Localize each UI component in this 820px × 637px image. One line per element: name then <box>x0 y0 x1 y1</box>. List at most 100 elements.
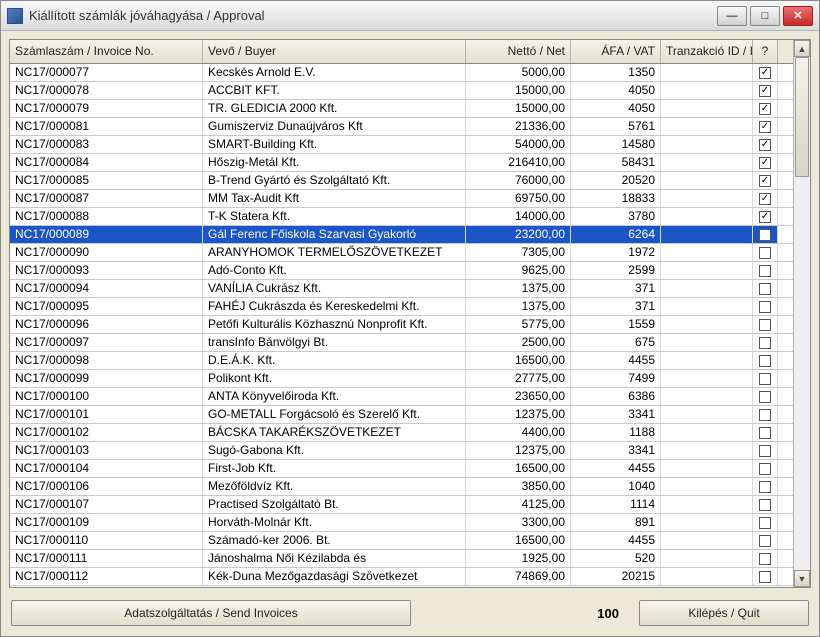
cell-buyer: transInfo Bánvölgyi Bt. <box>203 334 466 351</box>
approve-checkbox[interactable]: ✓ <box>759 157 771 169</box>
cell-net: 21336,00 <box>466 118 571 135</box>
table-row[interactable]: NC17/000087MM Tax-Audit Kft69750,0018833… <box>10 190 793 208</box>
table-row[interactable]: NC17/000102BÁCSKA TAKARÉKSZÖVETKEZET4400… <box>10 424 793 442</box>
approve-checkbox[interactable] <box>759 427 771 439</box>
approve-checkbox[interactable] <box>759 229 771 241</box>
minimize-button[interactable]: — <box>717 6 747 26</box>
approve-checkbox[interactable]: ✓ <box>759 85 771 97</box>
cell-invoice: NC17/000087 <box>10 190 203 207</box>
cell-vat: 4455 <box>571 352 661 369</box>
approve-checkbox[interactable] <box>759 409 771 421</box>
cell-check: ✓ <box>753 100 778 117</box>
approve-checkbox[interactable] <box>759 355 771 367</box>
table-row[interactable]: NC17/000101GO-METALL Forgácsoló és Szere… <box>10 406 793 424</box>
table-row[interactable]: NC17/000097transInfo Bánvölgyi Bt.2500,0… <box>10 334 793 352</box>
approve-checkbox[interactable] <box>759 265 771 277</box>
scroll-track[interactable] <box>794 57 810 570</box>
approve-checkbox[interactable] <box>759 319 771 331</box>
approve-checkbox[interactable] <box>759 373 771 385</box>
col-invoice[interactable]: Számlaszám / Invoice No. <box>10 40 203 63</box>
table-row[interactable]: NC17/000081Gumiszerviz Dunaújváros Kft21… <box>10 118 793 136</box>
cell-vat: 3341 <box>571 406 661 423</box>
approve-checkbox[interactable] <box>759 283 771 295</box>
cell-buyer: D.E.Á.K. Kft. <box>203 352 466 369</box>
approve-checkbox[interactable]: ✓ <box>759 139 771 151</box>
cell-tid <box>661 388 753 405</box>
cell-buyer: Polikont Kft. <box>203 370 466 387</box>
table-row[interactable]: NC17/000098D.E.Á.K. Kft.16500,004455 <box>10 352 793 370</box>
cell-vat: 18833 <box>571 190 661 207</box>
table-row[interactable]: NC17/000090ARANYHOMOK TERMELŐSZÖVETKEZET… <box>10 244 793 262</box>
table-row[interactable]: NC17/000095FAHÉJ Cukrászda és Kereskedel… <box>10 298 793 316</box>
approve-checkbox[interactable] <box>759 535 771 547</box>
chevron-down-icon: ▼ <box>798 574 807 584</box>
table-row[interactable]: NC17/000089Gál Ferenc Főiskola Szarvasi … <box>10 226 793 244</box>
cell-net: 1375,00 <box>466 298 571 315</box>
approve-checkbox[interactable] <box>759 445 771 457</box>
cell-check: ✓ <box>753 64 778 81</box>
cell-invoice: NC17/000078 <box>10 82 203 99</box>
table-row[interactable]: NC17/000078ACCBIT KFT.15000,004050✓ <box>10 82 793 100</box>
cell-buyer: Gumiszerviz Dunaújváros Kft <box>203 118 466 135</box>
table-row[interactable]: NC17/000083SMART-Building Kft.54000,0014… <box>10 136 793 154</box>
table-row[interactable]: NC17/000084Hőszig-Metál Kft.216410,00584… <box>10 154 793 172</box>
table-row[interactable]: NC17/000079TR. GLEDICIA 2000 Kft.15000,0… <box>10 100 793 118</box>
scroll-thumb[interactable] <box>795 57 809 177</box>
approve-checkbox[interactable]: ✓ <box>759 193 771 205</box>
table-row[interactable]: NC17/000107Practised Szolgáltató Bt.4125… <box>10 496 793 514</box>
table-row[interactable]: NC17/000094VANÍLIA Cukrász Kft.1375,0037… <box>10 280 793 298</box>
approve-checkbox[interactable] <box>759 391 771 403</box>
invoice-grid[interactable]: Számlaszám / Invoice No. Vevő / Buyer Ne… <box>10 40 793 587</box>
table-row[interactable]: NC17/000110Számadó-ker 2006. Bt.16500,00… <box>10 532 793 550</box>
approve-checkbox[interactable]: ✓ <box>759 211 771 223</box>
scroll-down-button[interactable]: ▼ <box>794 570 810 587</box>
table-row[interactable]: NC17/000109Horváth-Molnár Kft.3300,00891 <box>10 514 793 532</box>
maximize-button[interactable]: □ <box>750 6 780 26</box>
col-vat[interactable]: ÁFA / VAT <box>571 40 661 63</box>
approve-checkbox[interactable]: ✓ <box>759 175 771 187</box>
col-tid[interactable]: Tranzakció ID / ID <box>661 40 753 63</box>
col-check[interactable]: ? <box>753 40 778 63</box>
table-row[interactable]: NC17/000099Polikont Kft.27775,007499 <box>10 370 793 388</box>
table-row[interactable]: NC17/000088T-K Statera Kft.14000,003780✓ <box>10 208 793 226</box>
cell-buyer: SMART-Building Kft. <box>203 136 466 153</box>
approve-checkbox[interactable] <box>759 337 771 349</box>
cell-invoice: NC17/000101 <box>10 406 203 423</box>
send-invoices-button[interactable]: Adatszolgáltatás / Send Invoices <box>11 600 411 626</box>
cell-net: 27775,00 <box>466 370 571 387</box>
table-row[interactable]: NC17/000111Jánoshalma Női Kézilabda és19… <box>10 550 793 568</box>
approve-checkbox[interactable] <box>759 517 771 529</box>
cell-net: 3300,00 <box>466 514 571 531</box>
table-row[interactable]: NC17/000077Kecskés Arnold E.V.5000,00135… <box>10 64 793 82</box>
col-net[interactable]: Nettó / Net <box>466 40 571 63</box>
approve-checkbox[interactable] <box>759 247 771 259</box>
approve-checkbox[interactable] <box>759 481 771 493</box>
table-row[interactable]: NC17/000112Kék-Duna Mezőgazdasági Szövet… <box>10 568 793 586</box>
cell-vat: 520 <box>571 550 661 567</box>
table-row[interactable]: NC17/000104First-Job Kft.16500,004455 <box>10 460 793 478</box>
approve-checkbox[interactable]: ✓ <box>759 67 771 79</box>
scroll-up-button[interactable]: ▲ <box>794 40 810 57</box>
approve-checkbox[interactable] <box>759 553 771 565</box>
approve-checkbox[interactable]: ✓ <box>759 121 771 133</box>
col-buyer[interactable]: Vevő / Buyer <box>203 40 466 63</box>
table-row[interactable]: NC17/000106Mezőföldvíz Kft.3850,001040 <box>10 478 793 496</box>
cell-buyer: MM Tax-Audit Kft <box>203 190 466 207</box>
cell-tid <box>661 478 753 495</box>
approve-checkbox[interactable] <box>759 301 771 313</box>
table-row[interactable]: NC17/000103Sugó-Gabona Kft.12375,003341 <box>10 442 793 460</box>
approve-checkbox[interactable]: ✓ <box>759 103 771 115</box>
cell-tid <box>661 460 753 477</box>
table-row[interactable]: NC17/000100ANTA Könyvelőiroda Kft.23650,… <box>10 388 793 406</box>
approve-checkbox[interactable] <box>759 571 771 583</box>
table-row[interactable]: NC17/000093Adó-Conto Kft.9625,002599 <box>10 262 793 280</box>
record-count: 100 <box>419 606 631 621</box>
vertical-scrollbar[interactable]: ▲ ▼ <box>793 40 810 587</box>
table-row[interactable]: NC17/000085B-Trend Gyártó és Szolgáltató… <box>10 172 793 190</box>
cell-invoice: NC17/000110 <box>10 532 203 549</box>
approve-checkbox[interactable] <box>759 463 771 475</box>
table-row[interactable]: NC17/000096Petőfi Kulturális Közhasznú N… <box>10 316 793 334</box>
quit-button[interactable]: Kilépés / Quit <box>639 600 809 626</box>
close-button[interactable]: ✕ <box>783 6 813 26</box>
approve-checkbox[interactable] <box>759 499 771 511</box>
